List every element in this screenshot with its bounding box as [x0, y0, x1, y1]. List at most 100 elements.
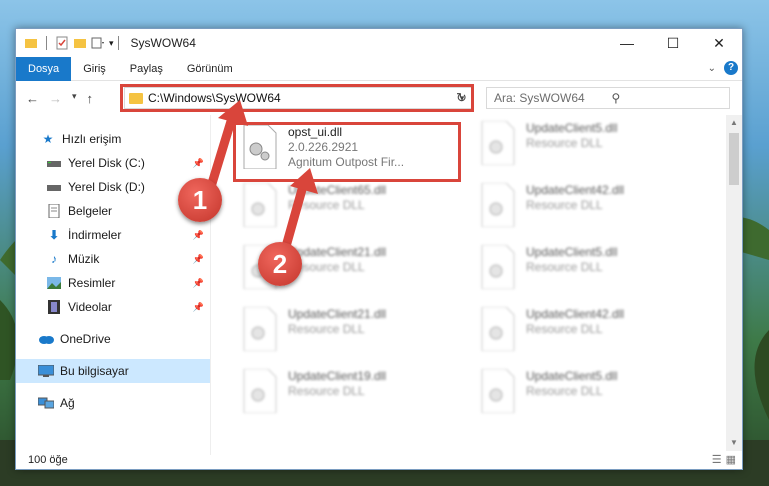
- file-item[interactable]: UpdateClient5.dll Resource DLL: [470, 115, 690, 173]
- step-1-badge: 1: [178, 178, 222, 222]
- sidebar-item-label: Müzik: [68, 252, 100, 266]
- scroll-down-icon[interactable]: ▼: [726, 435, 742, 451]
- dll-file-icon: [243, 307, 277, 351]
- search-placeholder: Ara: SysWOW64: [494, 91, 585, 105]
- search-input[interactable]: Ara: SysWOW64 ⚲: [486, 87, 730, 109]
- file-item[interactable]: UpdateClient21.dll Resource DLL: [232, 301, 452, 359]
- file-type: Resource DLL: [526, 260, 603, 274]
- file-name: UpdateClient21.dll: [288, 245, 387, 259]
- dll-file-icon: [243, 183, 277, 227]
- properties-icon[interactable]: [55, 36, 69, 50]
- music-icon: ♪: [51, 252, 57, 266]
- minimize-button[interactable]: —: [604, 29, 650, 57]
- expand-ribbon-icon[interactable]: ⌄: [708, 63, 716, 74]
- quick-access-toolbar: ▾: [16, 36, 114, 50]
- sidebar-item-quick-access[interactable]: ★ Hızlı erişim: [16, 127, 210, 151]
- title-bar: ▾ SysWOW64 — ☐ ✕: [16, 29, 742, 57]
- new-folder-icon[interactable]: [73, 36, 87, 50]
- large-icons-view-icon[interactable]: ▦: [726, 453, 736, 466]
- pin-icon[interactable]: 📌: [193, 230, 204, 241]
- file-item[interactable]: UpdateClient19.dll Resource DLL: [232, 363, 452, 421]
- computer-icon: [38, 364, 54, 378]
- dll-file-icon: [243, 369, 277, 413]
- sidebar-item-label: Yerel Disk (C:): [68, 156, 145, 170]
- file-type: Resource DLL: [526, 384, 603, 398]
- sidebar-item-label: Yerel Disk (D:): [68, 180, 145, 194]
- recent-locations-chevron-icon[interactable]: ▾: [72, 91, 77, 106]
- dll-file-icon: [481, 245, 515, 289]
- pin-icon[interactable]: 📌: [193, 158, 204, 169]
- file-type: Resource DLL: [526, 322, 603, 336]
- file-name: UpdateClient65.dll: [288, 183, 387, 197]
- sidebar-item-music[interactable]: ♪ Müzik 📌: [16, 247, 210, 271]
- drive-icon: [46, 180, 62, 194]
- file-item[interactable]: UpdateClient5.dll Resource DLL: [470, 239, 690, 297]
- file-name: UpdateClient42.dll: [526, 183, 625, 197]
- toolbar-separator: [46, 36, 47, 50]
- document-icon: [46, 204, 62, 218]
- pin-icon[interactable]: 📌: [193, 278, 204, 289]
- forward-arrow-icon[interactable]: →: [49, 91, 62, 106]
- sidebar-item-label: Resimler: [68, 276, 116, 290]
- maximize-button[interactable]: ☐: [650, 29, 696, 57]
- tab-giris[interactable]: Giriş: [71, 57, 118, 81]
- dll-file-icon: [481, 121, 515, 165]
- file-type: Resource DLL: [526, 136, 603, 150]
- vertical-scrollbar[interactable]: ▲ ▼: [726, 115, 742, 451]
- file-highlight: [233, 122, 461, 182]
- network-icon: [38, 396, 54, 410]
- file-type: Resource DLL: [288, 384, 365, 398]
- item-count: 100 öğe: [28, 454, 68, 466]
- cloud-icon: [38, 332, 54, 346]
- dll-file-icon: [481, 183, 515, 227]
- pin-icon[interactable]: 📌: [193, 302, 204, 313]
- sidebar-item-downloads[interactable]: ⬇ İndirmeler 📌: [16, 223, 210, 247]
- search-icon[interactable]: ⚲: [612, 91, 730, 105]
- title-separator: [117, 36, 119, 50]
- help-icon[interactable]: ?: [724, 61, 738, 75]
- folder-icon: [25, 39, 37, 48]
- pane-divider: [210, 115, 211, 455]
- sidebar-item-network[interactable]: Ağ: [16, 391, 210, 415]
- customize-toolbar-icon[interactable]: [91, 36, 105, 50]
- sidebar-item-disk-c[interactable]: Yerel Disk (C:) 📌: [16, 151, 210, 175]
- sidebar-item-label: Belgeler: [68, 204, 113, 218]
- close-button[interactable]: ✕: [696, 29, 742, 57]
- scroll-up-icon[interactable]: ▲: [726, 115, 742, 131]
- sidebar-item-label: OneDrive: [60, 332, 111, 346]
- video-icon: [46, 300, 62, 314]
- file-name: UpdateClient42.dll: [526, 307, 625, 321]
- navigation-buttons: ← → ▾ ↑: [16, 91, 124, 106]
- details-view-icon[interactable]: ☰: [712, 453, 722, 466]
- file-item[interactable]: UpdateClient42.dll Resource DLL: [470, 177, 690, 235]
- tab-paylas[interactable]: Paylaş: [118, 57, 175, 81]
- view-buttons: ☰ ▦: [712, 453, 736, 466]
- file-name: UpdateClient5.dll: [526, 369, 618, 383]
- sidebar-item-videos[interactable]: Videolar 📌: [16, 295, 210, 319]
- file-name: UpdateClient5.dll: [526, 245, 618, 259]
- file-type: Resource DLL: [288, 260, 365, 274]
- tab-dosya[interactable]: Dosya: [16, 56, 72, 81]
- scroll-thumb[interactable]: [729, 133, 739, 185]
- sidebar-item-label: Ağ: [60, 396, 75, 410]
- file-name: UpdateClient19.dll: [288, 369, 387, 383]
- tab-gorunum[interactable]: Görünüm: [175, 57, 245, 81]
- file-name: UpdateClient21.dll: [288, 307, 387, 321]
- file-item[interactable]: UpdateClient42.dll Resource DLL: [470, 301, 690, 359]
- sidebar-item-onedrive[interactable]: OneDrive: [16, 327, 210, 351]
- dropdown-chevron-icon[interactable]: ▾: [109, 38, 114, 49]
- download-icon: ⬇: [48, 228, 60, 242]
- ribbon-right-icons: ⌄ ?: [708, 61, 738, 75]
- address-bar-highlight: [120, 84, 474, 112]
- step-2-badge: 2: [258, 242, 302, 286]
- navigation-pane: ★ Hızlı erişim Yerel Disk (C:) 📌 Yerel D…: [16, 119, 210, 449]
- file-name: UpdateClient5.dll: [526, 121, 618, 135]
- file-item[interactable]: UpdateClient5.dll Resource DLL: [470, 363, 690, 421]
- file-item[interactable]: UpdateClient65.dll Resource DLL: [232, 177, 452, 235]
- sidebar-item-pictures[interactable]: Resimler 📌: [16, 271, 210, 295]
- window-controls: — ☐ ✕: [604, 29, 742, 57]
- up-arrow-icon[interactable]: ↑: [87, 91, 94, 106]
- pin-icon[interactable]: 📌: [193, 254, 204, 265]
- back-arrow-icon[interactable]: ←: [26, 91, 39, 106]
- sidebar-item-this-pc[interactable]: Bu bilgisayar: [16, 359, 210, 383]
